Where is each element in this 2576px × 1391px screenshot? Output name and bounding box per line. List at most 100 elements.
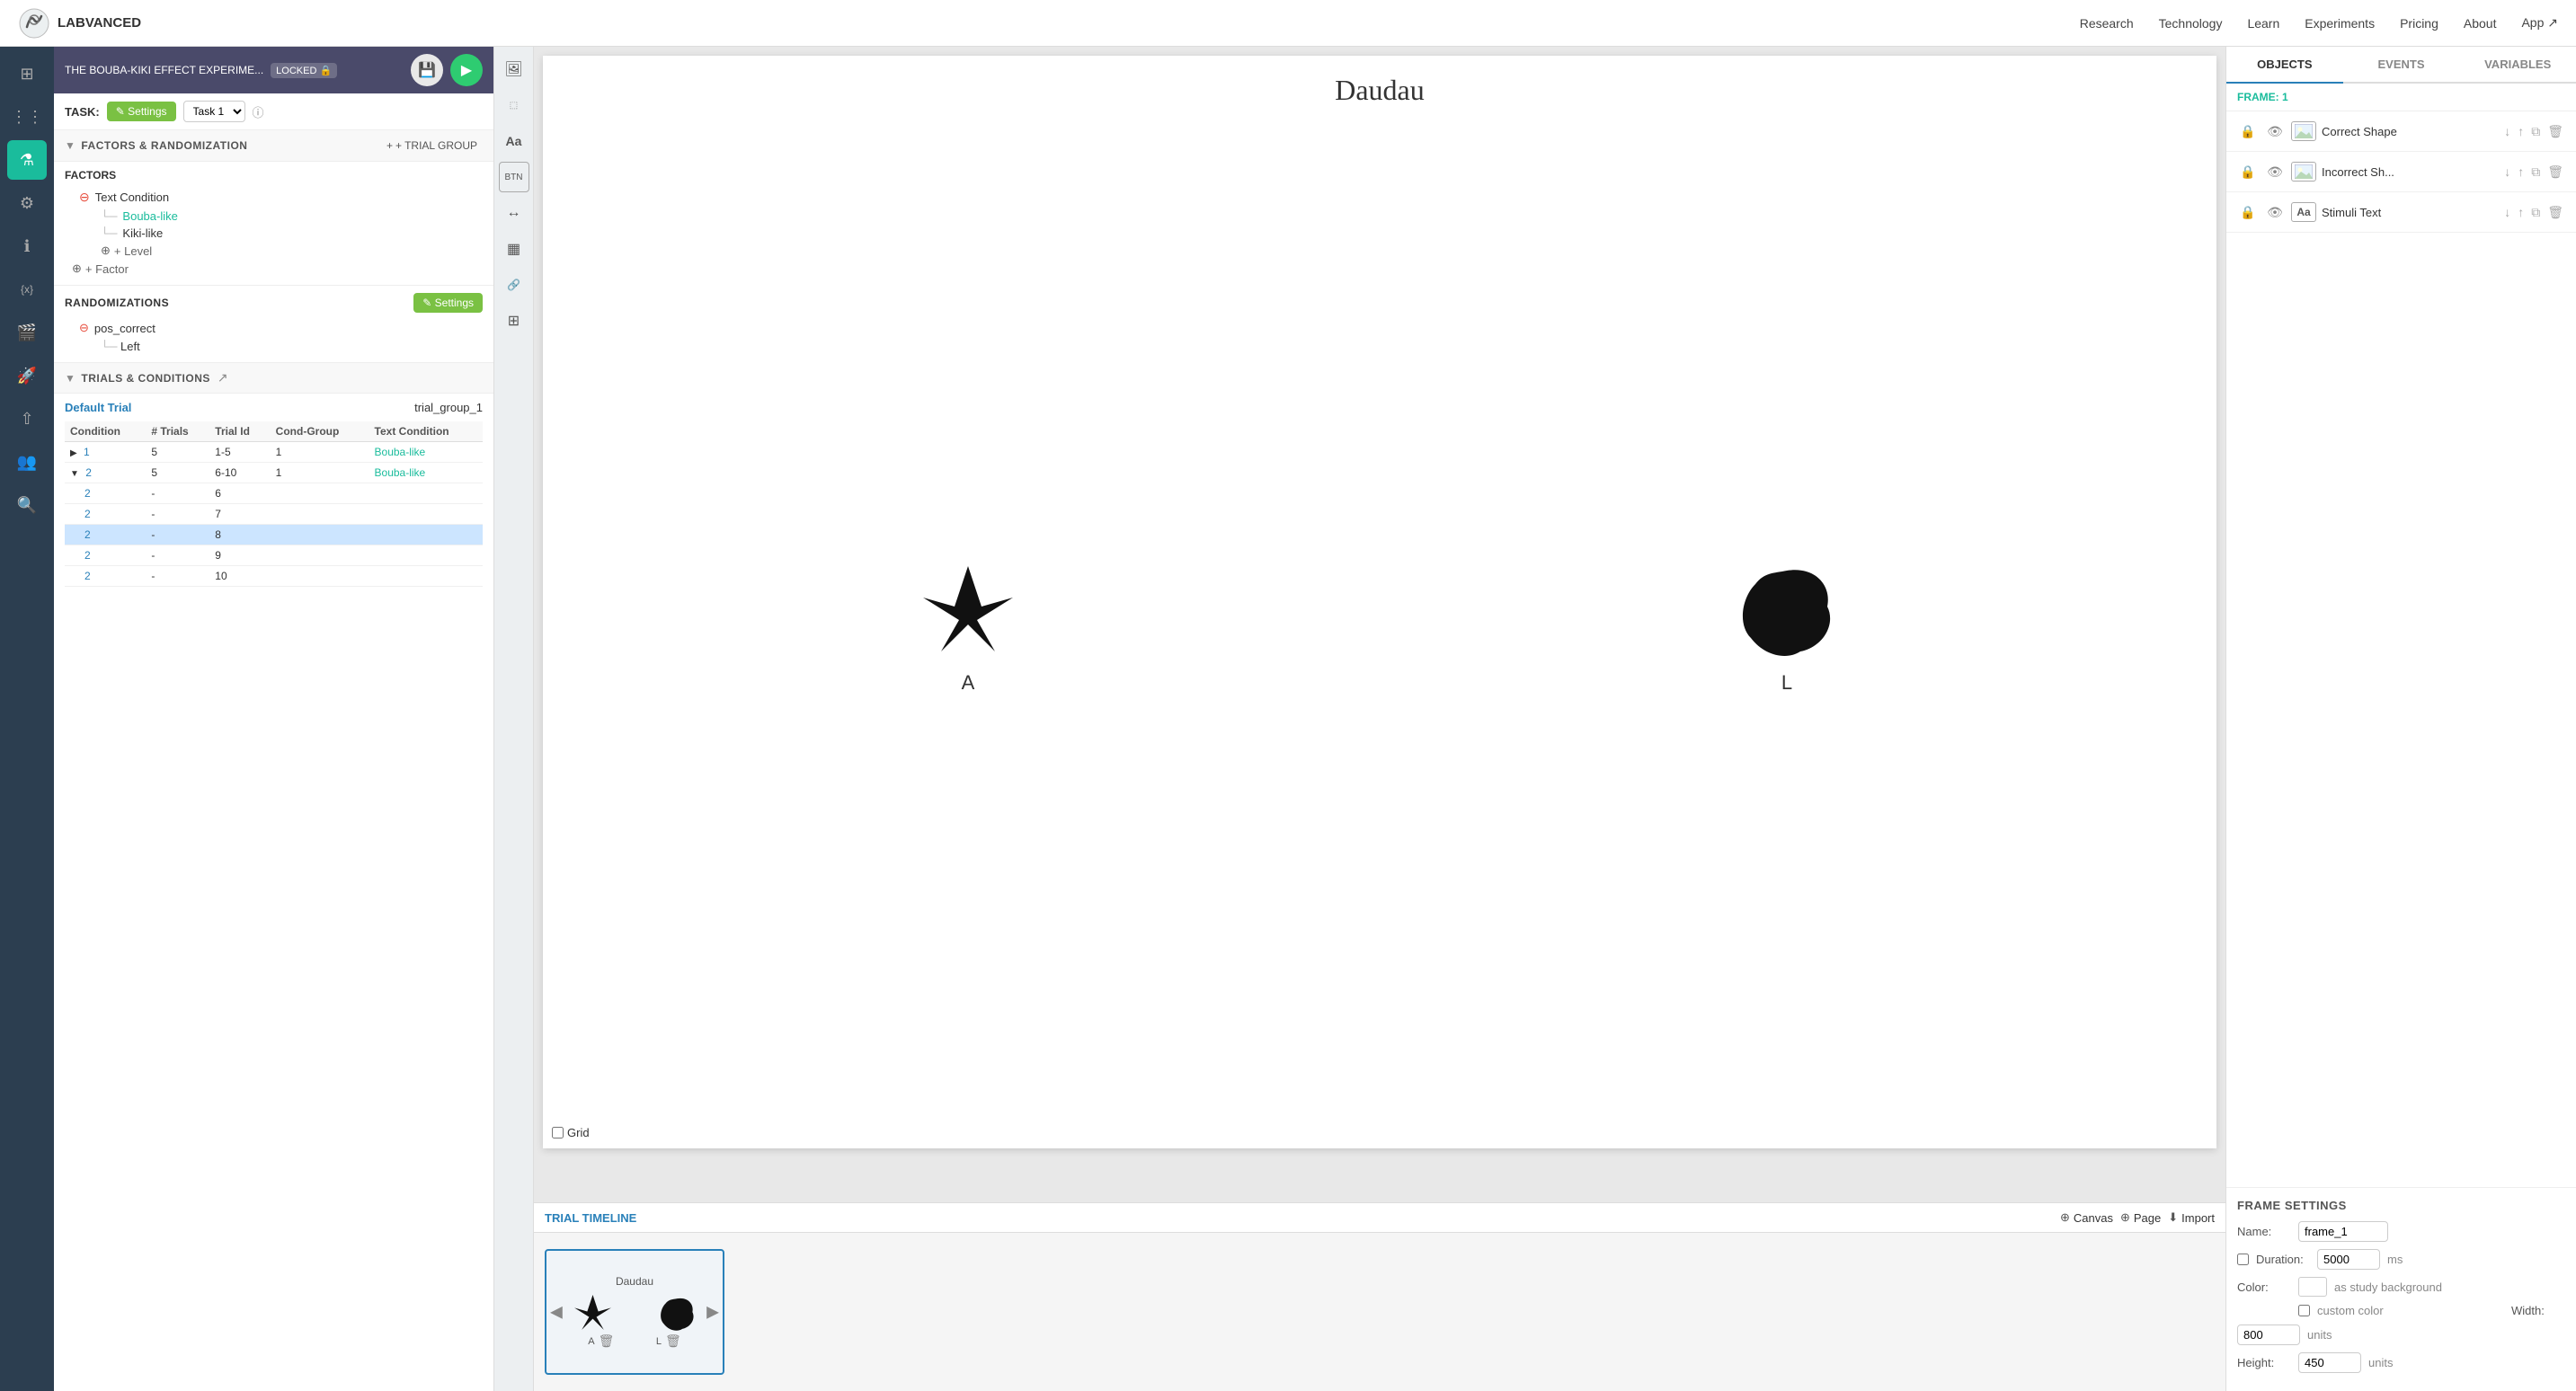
sidebar-icon-search[interactable]: 🔍	[7, 485, 47, 525]
table-row[interactable]: ▼ 2 5 6-10 1 Bouba-like	[65, 463, 483, 483]
object-row-stimuli-text: 🔒 👁 Aa Stimuli Text ↓ ↑ ⧉ 🗑	[2226, 192, 2576, 233]
duration-input[interactable]	[2317, 1249, 2380, 1270]
timeline-item-a: A 🗑	[588, 1333, 614, 1349]
canvas-title: Daudau	[1335, 74, 1425, 107]
obj-up-correct[interactable]: ↑	[2516, 122, 2526, 140]
level-bouba-label[interactable]: Bouba-like	[122, 209, 177, 223]
timeline-nav-left[interactable]: ◀	[550, 1303, 563, 1322]
nav-experiments[interactable]: Experiments	[2305, 16, 2375, 31]
custom-color-checkbox[interactable]	[2298, 1305, 2310, 1316]
task-select[interactable]: Task 1	[183, 101, 245, 122]
obj-delete-stimuli[interactable]: 🗑	[2545, 203, 2565, 222]
table-row[interactable]: ▶ 1 5 1-5 1 Bouba-like	[65, 442, 483, 463]
rand-settings-button[interactable]: ✎ Settings	[413, 293, 483, 313]
level-kiki-label[interactable]: Kiki-like	[122, 226, 163, 240]
nav-research[interactable]: Research	[2080, 16, 2134, 31]
width-unit: units	[2307, 1328, 2332, 1342]
lock-icon-correct[interactable]: 🔒	[2237, 120, 2259, 142]
table-row[interactable]: 2 - 10	[65, 566, 483, 587]
cell-trial-id: 10	[209, 566, 270, 587]
obj-copy-stimuli[interactable]: ⧉	[2529, 203, 2542, 222]
lock-icon-incorrect[interactable]: 🔒	[2237, 161, 2259, 182]
save-button[interactable]: 💾	[411, 54, 443, 86]
add-page-button[interactable]: ⊕ Page	[2120, 1210, 2161, 1225]
nav-pricing[interactable]: Pricing	[2400, 16, 2438, 31]
table-row[interactable]: 2 - 7	[65, 504, 483, 525]
trials-external-link-icon[interactable]: ↗	[218, 370, 228, 385]
sidebar-icon-users[interactable]: 👥	[7, 442, 47, 482]
tool-grid[interactable]: ⊞	[499, 306, 529, 336]
shape-l-label: L	[1781, 671, 1792, 695]
add-level-button[interactable]: ⊕ + Level	[101, 242, 483, 260]
visibility-icon-incorrect[interactable]: 👁	[2264, 161, 2286, 182]
tool-image[interactable]: 🖼	[499, 54, 529, 84]
visibility-icon-stimuli[interactable]: 👁	[2264, 201, 2286, 223]
name-input[interactable]	[2298, 1221, 2388, 1242]
tab-objects[interactable]: OBJECTS	[2226, 47, 2343, 84]
cell-condition: 2	[65, 483, 146, 504]
tool-dotted[interactable]: ⬚	[499, 90, 529, 120]
settings-color-row: Color: as study background	[2237, 1277, 2565, 1297]
sidebar-icon-share[interactable]: ⇧	[7, 399, 47, 439]
tool-layout[interactable]: ▦	[499, 234, 529, 264]
tool-link[interactable]: 🔗	[499, 270, 529, 300]
sidebar-icon-info[interactable]: ℹ	[7, 226, 47, 266]
factor-remove-icon[interactable]: ⊖	[79, 190, 90, 205]
add-trial-group-button[interactable]: + + TRIAL GROUP	[381, 137, 483, 154]
height-input[interactable]	[2298, 1352, 2361, 1373]
sidebar-icon-variable[interactable]: {x}	[7, 270, 47, 309]
nav-about[interactable]: About	[2464, 16, 2497, 31]
expand-icon[interactable]: ▶	[70, 448, 77, 458]
obj-down-incorrect[interactable]: ↓	[2502, 163, 2512, 181]
duration-checkbox[interactable]	[2237, 1254, 2249, 1265]
obj-delete-correct[interactable]: 🗑	[2545, 122, 2565, 141]
nav-learn[interactable]: Learn	[2247, 16, 2279, 31]
add-canvas-button[interactable]: ⊕ Canvas	[2060, 1210, 2113, 1225]
table-row[interactable]: 2 - 8	[65, 525, 483, 545]
visibility-icon-correct[interactable]: 👁	[2264, 120, 2286, 142]
tab-events[interactable]: EVENTS	[2343, 47, 2460, 84]
object-name-stimuli-text: Stimuli Text	[2322, 206, 2497, 219]
task-info-icon[interactable]: ⓘ	[253, 103, 264, 120]
width-input[interactable]	[2237, 1325, 2300, 1345]
sidebar-icon-experiment[interactable]: ⚗	[7, 140, 47, 180]
play-button[interactable]: ▶	[450, 54, 483, 86]
color-picker[interactable]	[2298, 1277, 2327, 1297]
timeline-trash-a[interactable]: 🗑	[599, 1333, 615, 1349]
factors-section-header[interactable]: ▼ FACTORS & RANDOMIZATION + + TRIAL GROU…	[54, 130, 493, 162]
cell-trial-id: 1-5	[209, 442, 270, 463]
tool-button[interactable]: BTN	[499, 162, 529, 192]
sidebar-icon-grid[interactable]: ⊞	[7, 54, 47, 93]
rand-minus-icon[interactable]: ⊖	[79, 321, 89, 335]
table-row[interactable]: 2 - 6	[65, 483, 483, 504]
table-row[interactable]: 2 - 9	[65, 545, 483, 566]
obj-down-correct[interactable]: ↓	[2502, 122, 2512, 140]
import-button[interactable]: ⬇ Import	[2168, 1210, 2215, 1225]
add-factor-button[interactable]: ⊕ + Factor	[72, 260, 483, 278]
rand-connector: └─	[101, 340, 117, 353]
objects-list: 🔒 👁 Correct Shape ↓ ↑ ⧉ 🗑	[2226, 111, 2576, 1187]
expand-icon[interactable]: ▼	[70, 469, 79, 479]
obj-down-stimuli[interactable]: ↓	[2502, 203, 2512, 221]
sidebar-icon-media[interactable]: 🎬	[7, 313, 47, 352]
tool-arrow[interactable]: ↔	[499, 198, 529, 228]
timeline-nav-right[interactable]: ▶	[706, 1303, 719, 1322]
grid-checkbox[interactable]	[552, 1127, 564, 1138]
obj-up-stimuli[interactable]: ↑	[2516, 203, 2526, 221]
nav-app[interactable]: App ↗	[2521, 15, 2558, 31]
sidebar-icon-hierarchy[interactable]: ⋮⋮	[7, 97, 47, 137]
timeline-frame[interactable]: ◀ Daudau	[545, 1249, 724, 1375]
tab-variables[interactable]: VARIABLES	[2459, 47, 2576, 84]
obj-copy-correct[interactable]: ⧉	[2529, 122, 2542, 141]
tool-text[interactable]: Aa	[499, 126, 529, 156]
connector-icon: └─	[101, 209, 117, 223]
task-settings-button[interactable]: ✎ Settings	[107, 102, 176, 121]
sidebar-icon-settings[interactable]: ⚙	[7, 183, 47, 223]
nav-technology[interactable]: Technology	[2159, 16, 2223, 31]
obj-up-incorrect[interactable]: ↑	[2516, 163, 2526, 181]
sidebar-icon-rocket[interactable]: 🚀	[7, 356, 47, 395]
obj-copy-incorrect[interactable]: ⧉	[2529, 163, 2542, 182]
timeline-trash-l[interactable]: 🗑	[665, 1333, 681, 1349]
obj-delete-incorrect[interactable]: 🗑	[2545, 163, 2565, 182]
lock-icon-stimuli[interactable]: 🔒	[2237, 201, 2259, 223]
